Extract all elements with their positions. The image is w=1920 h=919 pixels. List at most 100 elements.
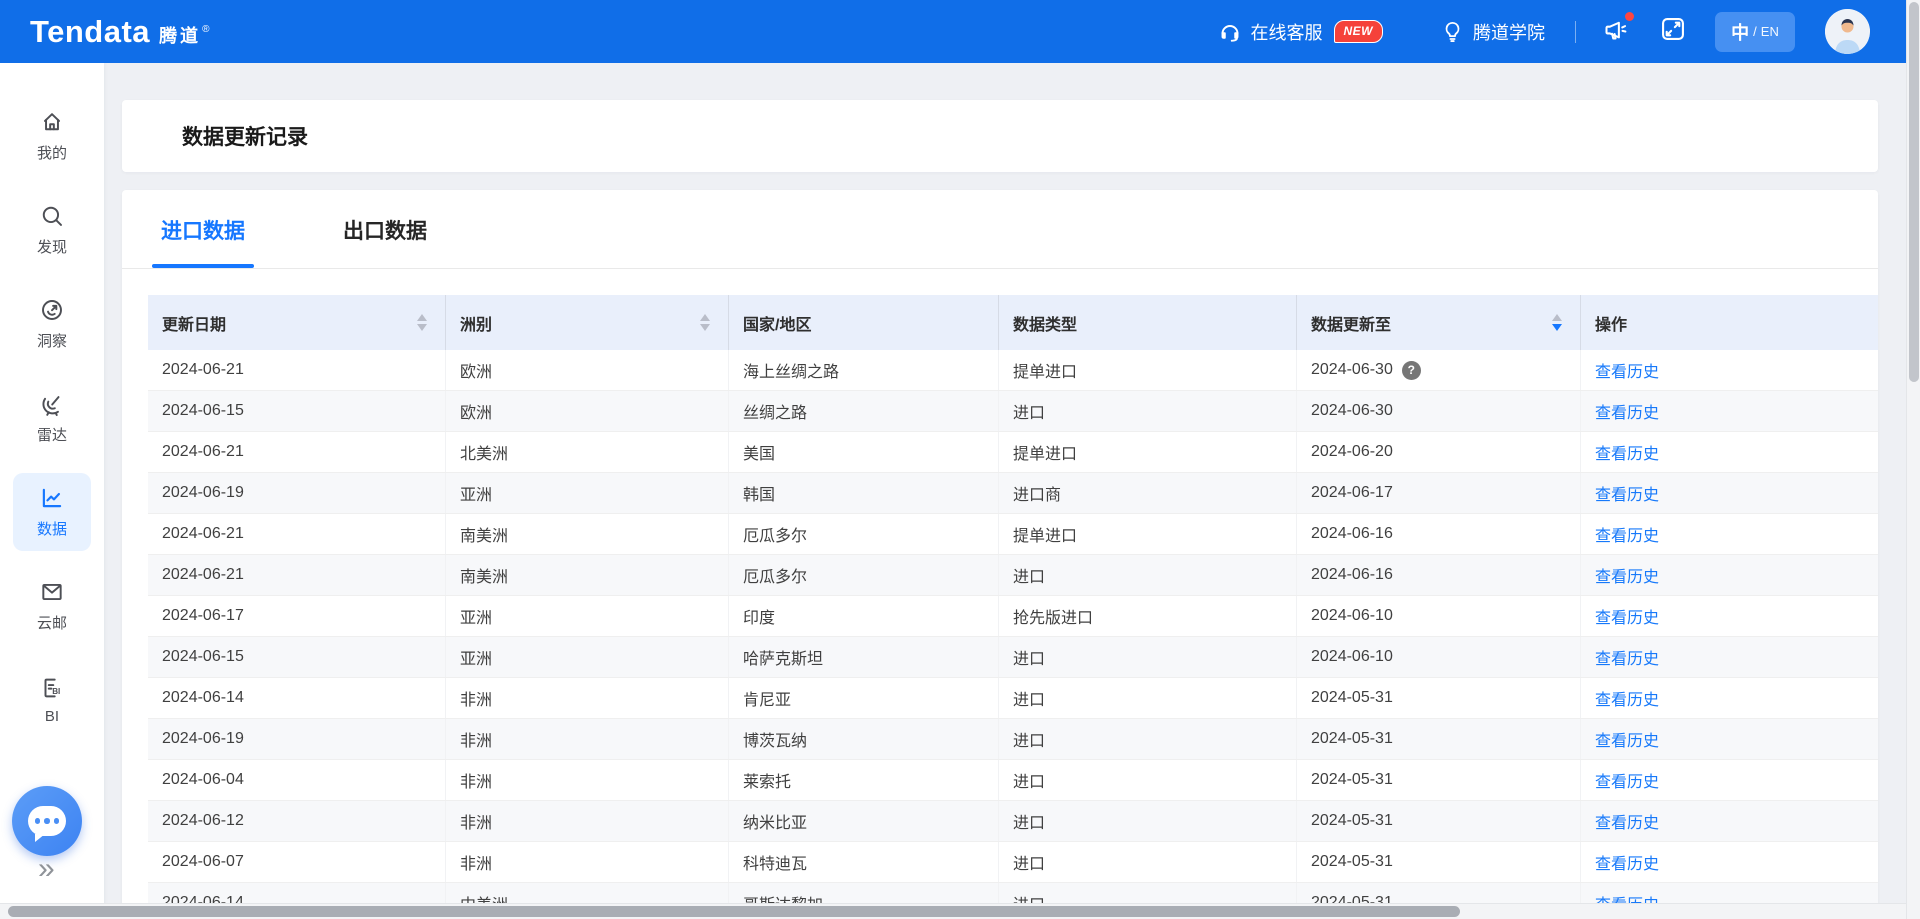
sidebar-item-mine[interactable]: 我的 bbox=[13, 97, 91, 175]
table-row: 2024-06-21南美洲厄瓜多尔提单进口2024-06-16查看历史 bbox=[148, 514, 1878, 555]
records-table: 更新日期洲别国家/地区数据类型数据更新至操作 2024-06-21欧洲海上丝绸之… bbox=[148, 295, 1878, 919]
sort-carets-icon[interactable] bbox=[700, 314, 710, 331]
sidebar-item-radar[interactable]: 雷达 bbox=[13, 379, 91, 457]
column-label: 操作 bbox=[1595, 311, 1627, 335]
view-history-link[interactable]: 查看历史 bbox=[1595, 358, 1659, 382]
cell-continent: 北美洲 bbox=[445, 432, 728, 472]
view-history-link[interactable]: 查看历史 bbox=[1595, 563, 1659, 587]
sidebar-item-label: 洞察 bbox=[37, 330, 67, 351]
view-history-link[interactable]: 查看历史 bbox=[1595, 727, 1659, 751]
cell-country: 印度 bbox=[728, 596, 998, 636]
cell-continent: 欧洲 bbox=[445, 350, 728, 390]
language-primary: 中 bbox=[1731, 19, 1749, 45]
sidebar-item-discover[interactable]: 发现 bbox=[13, 191, 91, 269]
academy-button[interactable]: 腾道学院 bbox=[1441, 19, 1545, 45]
cell-continent: 欧洲 bbox=[445, 391, 728, 431]
announcements-button[interactable] bbox=[1602, 16, 1629, 48]
cell-data-type: 进口 bbox=[998, 391, 1296, 431]
view-history-link[interactable]: 查看历史 bbox=[1595, 645, 1659, 669]
fullscreen-button[interactable] bbox=[1659, 15, 1687, 48]
cell-country: 肯尼亚 bbox=[728, 678, 998, 718]
table-row: 2024-06-19亚洲韩国进口商2024-06-17查看历史 bbox=[148, 473, 1878, 514]
view-history-link[interactable]: 查看历史 bbox=[1595, 850, 1659, 874]
cell-action: 查看历史 bbox=[1580, 842, 1878, 882]
table-row: 2024-06-14非洲肯尼亚进口2024-05-31查看历史 bbox=[148, 678, 1878, 719]
cell-data-type: 进口 bbox=[998, 637, 1296, 677]
updated-to-value: 2024-06-10 bbox=[1311, 648, 1393, 666]
cell-update-date: 2024-06-19 bbox=[148, 473, 445, 513]
updated-to-value: 2024-05-31 bbox=[1311, 812, 1393, 830]
cell-continent: 南美洲 bbox=[445, 514, 728, 554]
cell-update-date: 2024-06-21 bbox=[148, 350, 445, 390]
notification-dot bbox=[1625, 12, 1634, 21]
cell-updated-to: 2024-05-31 bbox=[1296, 760, 1580, 800]
cell-update-date: 2024-06-15 bbox=[148, 391, 445, 431]
tendata-logo[interactable]: Tendata 腾道 ® bbox=[30, 14, 209, 50]
view-history-link[interactable]: 查看历史 bbox=[1595, 440, 1659, 464]
updated-to-value: 2024-06-30 bbox=[1311, 361, 1393, 379]
cell-data-type: 进口 bbox=[998, 719, 1296, 759]
sidebar-item-label: 发现 bbox=[37, 236, 67, 257]
chat-fab-button[interactable] bbox=[12, 786, 82, 856]
sidebar-item-label: 雷达 bbox=[37, 424, 67, 445]
sidebar-item-insight[interactable]: 洞察 bbox=[13, 285, 91, 363]
view-history-link[interactable]: 查看历史 bbox=[1595, 399, 1659, 423]
mail-icon bbox=[39, 579, 65, 605]
view-history-link[interactable]: 查看历史 bbox=[1595, 768, 1659, 792]
cell-data-type: 提单进口 bbox=[998, 350, 1296, 390]
updated-to-value: 2024-06-16 bbox=[1311, 566, 1393, 584]
view-history-link[interactable]: 查看历史 bbox=[1595, 522, 1659, 546]
table-body: 2024-06-21欧洲海上丝绸之路提单进口2024-06-30?查看历史202… bbox=[148, 350, 1878, 919]
data-tabs: 进口数据 出口数据 bbox=[122, 190, 1878, 269]
cell-continent: 非洲 bbox=[445, 719, 728, 759]
cell-continent: 亚洲 bbox=[445, 473, 728, 513]
cell-updated-to: 2024-06-20 bbox=[1296, 432, 1580, 472]
page-title: 数据更新记录 bbox=[182, 121, 308, 151]
sidebar-item-cloudmail[interactable]: 云邮 bbox=[13, 567, 91, 645]
cell-continent: 非洲 bbox=[445, 842, 728, 882]
table-row: 2024-06-04非洲莱索托进口2024-05-31查看历史 bbox=[148, 760, 1878, 801]
column-header-3: 国家/地区 bbox=[728, 295, 998, 350]
updated-to-value: 2024-06-10 bbox=[1311, 607, 1393, 625]
view-history-link[interactable]: 查看历史 bbox=[1595, 809, 1659, 833]
cell-update-date: 2024-06-21 bbox=[148, 555, 445, 595]
column-header-2[interactable]: 洲别 bbox=[445, 295, 728, 350]
cell-update-date: 2024-06-21 bbox=[148, 514, 445, 554]
user-avatar[interactable] bbox=[1825, 9, 1870, 54]
vertical-scrollbar[interactable] bbox=[1906, 0, 1920, 919]
cell-updated-to: 2024-06-16 bbox=[1296, 514, 1580, 554]
view-history-link[interactable]: 查看历史 bbox=[1595, 481, 1659, 505]
column-header-5[interactable]: 数据更新至 bbox=[1296, 295, 1580, 350]
cell-action: 查看历史 bbox=[1580, 555, 1878, 595]
cell-data-type: 进口 bbox=[998, 760, 1296, 800]
cell-country: 莱索托 bbox=[728, 760, 998, 800]
cell-update-date: 2024-06-21 bbox=[148, 432, 445, 472]
cell-country: 纳米比亚 bbox=[728, 801, 998, 841]
sort-carets-icon[interactable] bbox=[417, 314, 427, 331]
cell-update-date: 2024-06-15 bbox=[148, 637, 445, 677]
sidebar-item-label: BI bbox=[45, 708, 59, 725]
new-badge: NEW bbox=[1334, 20, 1384, 43]
column-label: 更新日期 bbox=[162, 311, 226, 335]
horizontal-scrollbar-thumb[interactable] bbox=[8, 906, 1460, 917]
top-bar: Tendata 腾道 ® 在线客服 NEW bbox=[0, 0, 1920, 63]
sidebar-item-data[interactable]: 数据 bbox=[13, 473, 91, 551]
help-question-icon[interactable]: ? bbox=[1402, 361, 1421, 380]
column-header-1[interactable]: 更新日期 bbox=[148, 295, 445, 350]
tab-import[interactable]: 进口数据 bbox=[158, 215, 248, 268]
insight-icon bbox=[39, 297, 65, 323]
cell-data-type: 进口 bbox=[998, 842, 1296, 882]
table-row: 2024-06-15亚洲哈萨克斯坦进口2024-06-10查看历史 bbox=[148, 637, 1878, 678]
sort-carets-icon[interactable] bbox=[1552, 314, 1562, 331]
view-history-link[interactable]: 查看历史 bbox=[1595, 604, 1659, 628]
tab-export[interactable]: 出口数据 bbox=[340, 215, 430, 268]
online-service-button[interactable]: 在线客服 NEW bbox=[1218, 19, 1384, 45]
sidebar-expand-chevrons[interactable]: » bbox=[38, 852, 52, 886]
language-toggle[interactable]: 中 / EN bbox=[1715, 12, 1795, 52]
cell-updated-to: 2024-05-31 bbox=[1296, 842, 1580, 882]
view-history-link[interactable]: 查看历史 bbox=[1595, 686, 1659, 710]
vertical-scrollbar-thumb[interactable] bbox=[1909, 2, 1919, 382]
horizontal-scrollbar[interactable] bbox=[0, 903, 1906, 919]
table-row: 2024-06-17亚洲印度抢先版进口2024-06-10查看历史 bbox=[148, 596, 1878, 637]
sidebar-item-bi[interactable]: BIBI bbox=[13, 661, 91, 739]
